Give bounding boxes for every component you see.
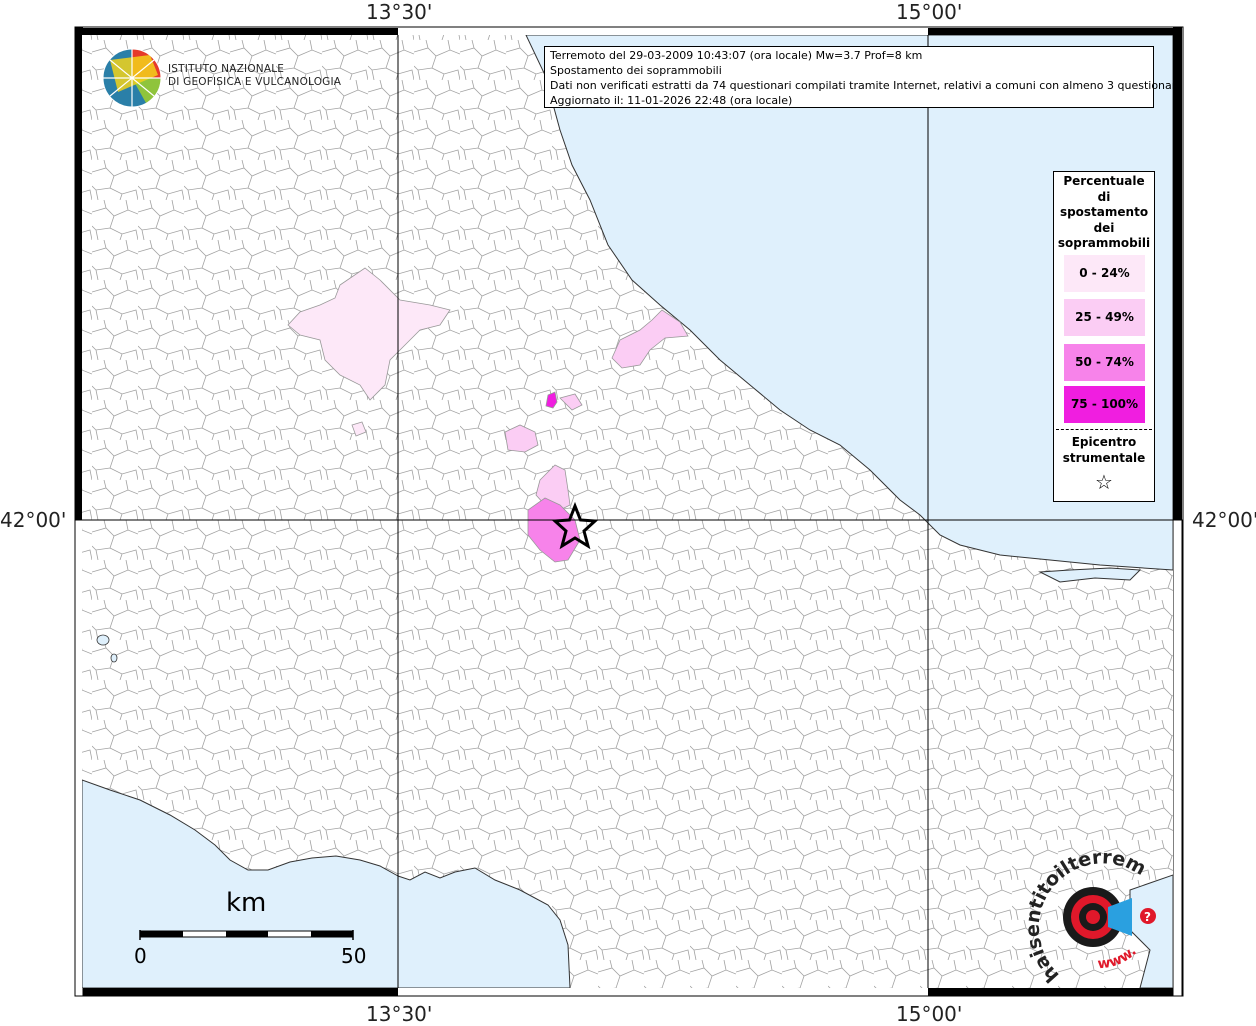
legend-class-50-74: 50 - 74% — [1064, 344, 1145, 381]
legend: Percentuale di spostamento dei soprammob… — [1053, 171, 1155, 502]
legend-epicenter-line: strumentale — [1062, 451, 1146, 465]
scale-max-label: 50 — [341, 944, 367, 968]
logo-line-1: ISTITUTO NAZIONALE — [168, 63, 285, 75]
legend-title-line: Percentuale — [1063, 174, 1145, 188]
info-source: Dati non verificati estratti da 74 quest… — [550, 79, 1183, 92]
lon-label-bottom-13-30: 13°30' — [366, 1002, 433, 1026]
info-parameter: Spostamento dei soprammobili — [550, 64, 722, 77]
legend-class-25-49: 25 - 49% — [1064, 299, 1145, 336]
legend-title-line: dei — [1093, 220, 1115, 235]
info-event: Terremoto del 29-03-2009 10:43:07 (ora l… — [550, 49, 923, 62]
lat-label-right-42-00: 42°00' — [1192, 508, 1256, 532]
ingv-logo-icon — [102, 48, 162, 108]
scale-min-label: 0 — [134, 944, 147, 968]
map-canvas: ? haisentitoilterremoto.it www. — [0, 0, 1184, 997]
legend-title-line: di — [1097, 189, 1111, 204]
legend-epicenter-label: Epicentro strumentale — [1054, 434, 1154, 466]
legend-separator — [1056, 429, 1152, 430]
legend-title-line: soprammobili — [1057, 236, 1151, 250]
lake — [96, 634, 110, 646]
logo-line-2: DI GEOFISICA E VULCANOLOGIA — [168, 76, 342, 88]
ingv-logo-text: ISTITUTO NAZIONALE DI GEOFISICA E VULCAN… — [168, 63, 341, 89]
svg-text:?: ? — [1144, 910, 1151, 924]
info-updated: Aggiornato il: 11-01-2026 22:48 (ora loc… — [550, 94, 793, 107]
lat-label-left-42-00: 42°00' — [0, 508, 67, 532]
legend-class-0-24: 0 - 24% — [1064, 255, 1145, 292]
info-box: Terremoto del 29-03-2009 10:43:07 (ora l… — [544, 46, 1183, 108]
lon-label-bottom-15-00: 15°00' — [896, 1002, 963, 1026]
legend-title-line: spostamento — [1059, 205, 1149, 219]
lon-label-top-13-30: 13°30' — [366, 0, 433, 24]
star-outline-icon: ☆ — [1095, 470, 1113, 494]
legend-epicenter-line: Epicentro — [1071, 435, 1137, 449]
lake — [110, 653, 118, 663]
scale-title: km — [226, 888, 267, 918]
legend-title: Percentuale di spostamento dei soprammob… — [1054, 172, 1154, 252]
lon-label-top-15-00: 15°00' — [896, 0, 963, 24]
legend-class-75-100: 75 - 100% — [1064, 386, 1145, 423]
